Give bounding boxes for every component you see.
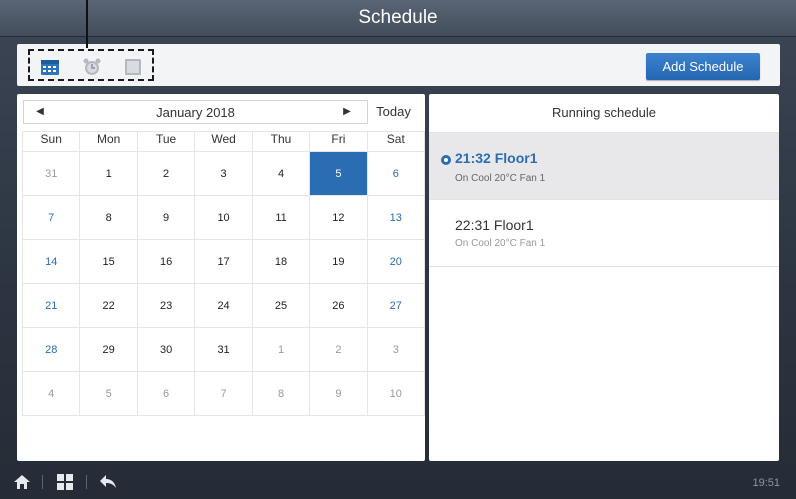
grid-icon[interactable] [56, 474, 74, 490]
calendar-day[interactable]: 8 [79, 195, 138, 240]
calendar-day[interactable]: 3 [366, 327, 426, 372]
calendar-day[interactable]: 7 [194, 371, 253, 416]
calendar-day[interactable]: 26 [309, 283, 368, 328]
weekday-label: Fri [309, 131, 368, 152]
calendar-day[interactable]: 6 [136, 371, 196, 416]
calendar-day[interactable]: 2 [309, 327, 368, 372]
calendar-day[interactable]: 9 [136, 195, 196, 240]
weekday-label: Mon [79, 131, 138, 152]
nav-divider [42, 475, 43, 489]
calendar-day[interactable]: 29 [79, 327, 138, 372]
schedule-item-time: 21:32 Floor1 [455, 150, 538, 166]
calendar-day[interactable]: 2 [136, 151, 196, 196]
calendar-week: 21 22 23 24 25 26 27 [21, 283, 426, 328]
calendar-day[interactable]: 8 [251, 371, 311, 416]
calendar-week: 14 15 16 17 18 19 20 [21, 239, 426, 284]
calendar-day[interactable]: 30 [136, 327, 196, 372]
callout-line [86, 0, 88, 48]
schedule-item-time: 22:31 Floor1 [455, 217, 534, 233]
calendar-day[interactable]: 20 [366, 239, 426, 284]
alarm-clock-icon[interactable] [82, 58, 102, 76]
back-icon[interactable] [99, 474, 117, 490]
calendar-day[interactable]: 12 [309, 195, 368, 240]
weekday-header: Sun Mon Tue Wed Thu Fri Sat [21, 131, 426, 152]
calendar-day[interactable]: 23 [136, 283, 196, 328]
calendar-day[interactable]: 11 [251, 195, 311, 240]
calendar-day[interactable]: 17 [194, 239, 253, 284]
next-month-button[interactable]: ▶ [337, 101, 357, 123]
bottom-nav-bar: 19:51 [0, 465, 796, 499]
schedule-item-detail: On Cool 20°C Fan 1 [455, 173, 546, 184]
calendar-day[interactable]: 14 [21, 239, 81, 284]
weekday-label: Sat [366, 131, 426, 152]
calendar-week: 28 29 30 31 1 2 3 [21, 327, 426, 372]
today-button[interactable]: Today [368, 100, 419, 124]
calendar-day[interactable]: 6 [366, 151, 426, 196]
calendar-week: 4 5 6 7 8 9 10 [21, 371, 426, 416]
toolbar: Add Schedule [17, 44, 780, 86]
calendar-day[interactable]: 16 [136, 239, 196, 284]
weekday-label: Tue [136, 131, 196, 152]
calendar-grid: Sun Mon Tue Wed Thu Fri Sat 31 1 2 3 4 5 [21, 131, 426, 416]
calendar-day[interactable]: 10 [194, 195, 253, 240]
running-schedule-panel: Running schedule 21:32 Floor1 On Cool 20… [429, 94, 779, 461]
calendar-day[interactable]: 1 [79, 151, 138, 196]
weekday-label: Sun [21, 131, 81, 152]
calendar-icon[interactable] [40, 58, 60, 76]
home-icon[interactable] [13, 474, 31, 490]
calendar-day[interactable]: 5 [79, 371, 138, 416]
weekday-label: Thu [251, 131, 311, 152]
calendar-day[interactable]: 27 [366, 283, 426, 328]
title-bar: Schedule [0, 0, 796, 37]
calendar-day[interactable]: 4 [251, 151, 311, 196]
calendar-week: 31 1 2 3 4 5 6 [21, 151, 426, 196]
schedule-item-detail: On Cool 20°C Fan 1 [455, 238, 546, 249]
calendar-day[interactable]: 7 [21, 195, 81, 240]
calendar-day[interactable]: 31 [21, 151, 81, 196]
calendar-day[interactable]: 19 [309, 239, 368, 284]
calendar-day[interactable]: 13 [366, 195, 426, 240]
month-label: January 2018 [156, 105, 235, 120]
weekday-label: Wed [194, 131, 253, 152]
schedule-item-running[interactable]: 21:32 Floor1 On Cool 20°C Fan 1 [429, 133, 779, 200]
view-switcher [28, 49, 154, 81]
add-schedule-button[interactable]: Add Schedule [646, 53, 760, 80]
page-title: Schedule [358, 7, 438, 28]
app-frame: Schedule Add Schedule ◀ January 2018 ▶ T… [0, 0, 796, 499]
calendar-day[interactable]: 18 [251, 239, 311, 284]
schedule-panel-title: Running schedule [429, 94, 779, 133]
running-indicator-icon [440, 153, 452, 165]
calendar-day[interactable]: 15 [79, 239, 138, 284]
clock: 19:51 [752, 477, 780, 489]
calendar-day[interactable]: 21 [21, 283, 81, 328]
calendar-day[interactable]: 31 [194, 327, 253, 372]
calendar-day[interactable]: 9 [309, 371, 368, 416]
month-navigator: ◀ January 2018 ▶ [23, 100, 368, 124]
nav-divider [86, 475, 87, 489]
calendar-day[interactable]: 1 [251, 327, 311, 372]
calendar-day[interactable]: 25 [251, 283, 311, 328]
calendar-day[interactable]: 28 [21, 327, 81, 372]
calendar-day-selected[interactable]: 5 [309, 151, 368, 196]
calendar-week: 7 8 9 10 11 12 13 [21, 195, 426, 240]
calendar-day[interactable]: 4 [21, 371, 81, 416]
schedule-item[interactable]: 22:31 Floor1 On Cool 20°C Fan 1 [429, 200, 779, 267]
calendar-day[interactable]: 22 [79, 283, 138, 328]
list-icon[interactable] [123, 58, 143, 76]
calendar-day[interactable]: 24 [194, 283, 253, 328]
calendar-panel: ◀ January 2018 ▶ Today Sun Mon Tue Wed T… [17, 94, 426, 461]
calendar-day[interactable]: 10 [366, 371, 426, 416]
calendar-day[interactable]: 3 [194, 151, 253, 196]
